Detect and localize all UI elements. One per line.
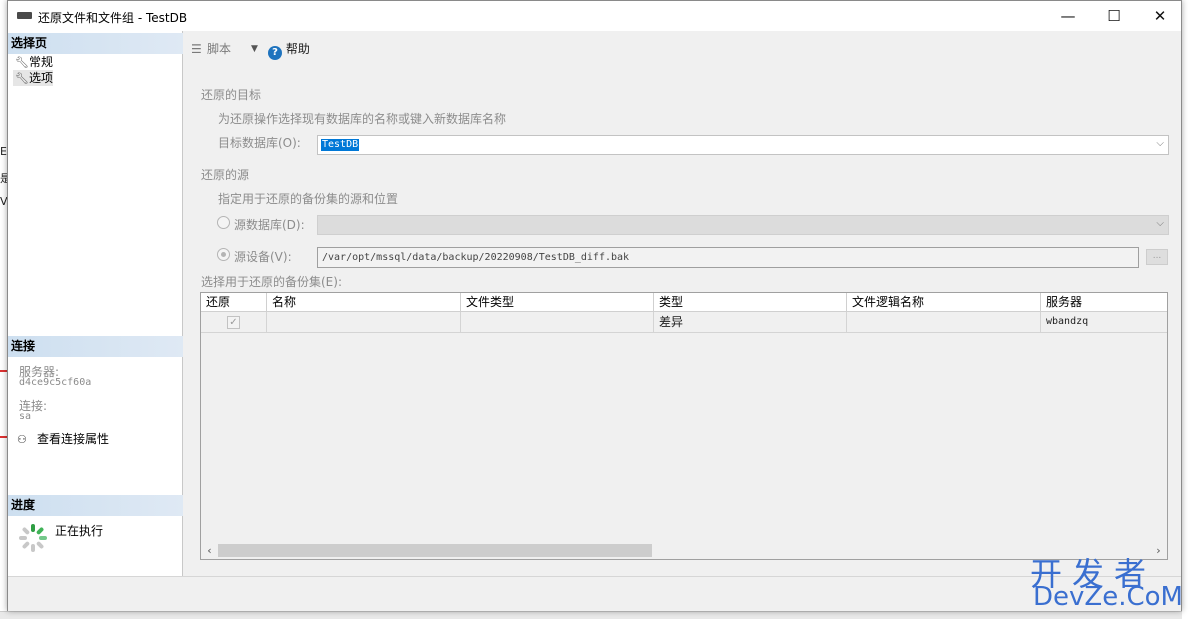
chevron-down-icon[interactable]: ⌵ [1156,218,1164,229]
close-button[interactable]: ✕ [1137,1,1183,31]
backup-sets-label: 选择用于还原的备份集(E): [201,275,342,289]
help-button[interactable]: ? 帮助 [268,38,310,60]
chevron-down-icon[interactable]: ⌵ [1156,138,1164,149]
column-header-type[interactable]: 类型 [654,293,847,312]
restore-checkbox[interactable]: ✓ [227,316,240,329]
connection-value: sa [19,411,32,422]
scroll-left-icon[interactable]: ‹ [201,542,218,559]
minimize-button[interactable]: — [1045,1,1091,31]
progress-status: 正在执行 [55,524,104,538]
help-label: 帮助 [285,42,310,56]
table-cell-logical-name [847,312,1041,333]
window-title: 还原文件和文件组 - TestDB [38,11,188,25]
scroll-thumb[interactable] [218,544,652,557]
target-db-value: TestDB [321,139,360,151]
nav-item-general[interactable]: 🔧︎常规 [13,54,53,70]
from-device-radio[interactable] [217,248,230,261]
destination-hint: 为还原操作选择现有数据库的名称或键入新数据库名称 [218,112,507,126]
from-database-radio[interactable] [217,216,230,229]
title-bar: 还原文件和文件组 - TestDB — ☐ ✕ [8,1,1181,31]
column-header-restore[interactable]: 还原 [201,293,267,312]
connection-properties-icon: ⚇ [17,433,27,446]
nav-item-options[interactable]: 🔧︎选项 [13,70,54,86]
source-hint: 指定用于还原的备份集的源和位置 [218,192,399,206]
nav-item-label: 常规 [29,55,54,69]
table-cell-name [267,312,461,333]
wrench-icon: 🔧︎ [15,56,29,69]
maximize-button[interactable]: ☐ [1091,1,1137,31]
target-db-combo[interactable]: TestDB ⌵ [317,135,1169,155]
table-cell-restore: ✓ [201,312,267,333]
table-cell-file-type [461,312,654,333]
app-icon [17,12,32,19]
progress-header: 进度 [8,495,183,516]
target-db-label: 目标数据库(O): [218,136,301,150]
table-cell-type: 差异 [654,312,847,333]
dialog-footer [8,576,1181,611]
server-value: d4ce9c5cf60a [19,377,92,388]
help-icon: ? [268,46,282,60]
horizontal-scrollbar[interactable]: ‹ › [201,542,1167,559]
browse-button[interactable]: ... [1146,249,1168,265]
column-header-server[interactable]: 服务器 [1041,293,1167,312]
left-pane: 选择页 🔧︎常规 🔧︎选项 连接 服务器: d4ce9c5cf60a 连接: s… [8,31,183,576]
connection-header: 连接 [8,336,183,357]
view-connection-properties-link[interactable]: ⚇ 查看连接属性 [17,430,109,448]
script-icon: ☰ [191,42,202,56]
table-cell-server: wbandzq [1041,312,1167,333]
view-connection-properties-label: 查看连接属性 [37,432,110,446]
column-header-file-type[interactable]: 文件类型 [461,293,654,312]
source-db-combo[interactable]: ⌵ [317,215,1169,235]
watermark-en: DevZe.CoM [1033,582,1183,612]
restore-files-dialog: 还原文件和文件组 - TestDB — ☐ ✕ 选择页 🔧︎常规 🔧︎选项 连接… [7,0,1182,611]
progress-spinner-icon [18,523,48,553]
watermark: 开发者 DevZe.CoM [1030,549,1183,617]
column-header-logical-name[interactable]: 文件逻辑名称 [847,293,1041,312]
column-header-name[interactable]: 名称 [267,293,461,312]
background-fragment [0,611,1192,619]
select-page-header: 选择页 [8,33,183,54]
backup-sets-grid: 还原 名称 文件类型 类型 文件逻辑名称 服务器 ✓ 差异 wbandzq ‹ … [200,292,1168,560]
destination-section-label: 还原的目标 [201,88,262,102]
device-path-field[interactable]: /var/opt/mssql/data/backup/20220908/Test… [317,247,1139,268]
script-button[interactable]: ☰ 脚本 [191,38,231,60]
source-section-label: 还原的源 [201,168,250,182]
from-device-label: 源设备(V): [234,250,292,264]
script-label: 脚本 [207,42,232,56]
nav-item-label: 选项 [29,71,54,85]
background-fragment [1182,0,1192,619]
script-dropdown-arrow-icon[interactable]: ▼ [251,38,258,60]
wrench-icon: 🔧︎ [15,72,29,85]
from-database-label: 源数据库(D): [234,218,305,232]
